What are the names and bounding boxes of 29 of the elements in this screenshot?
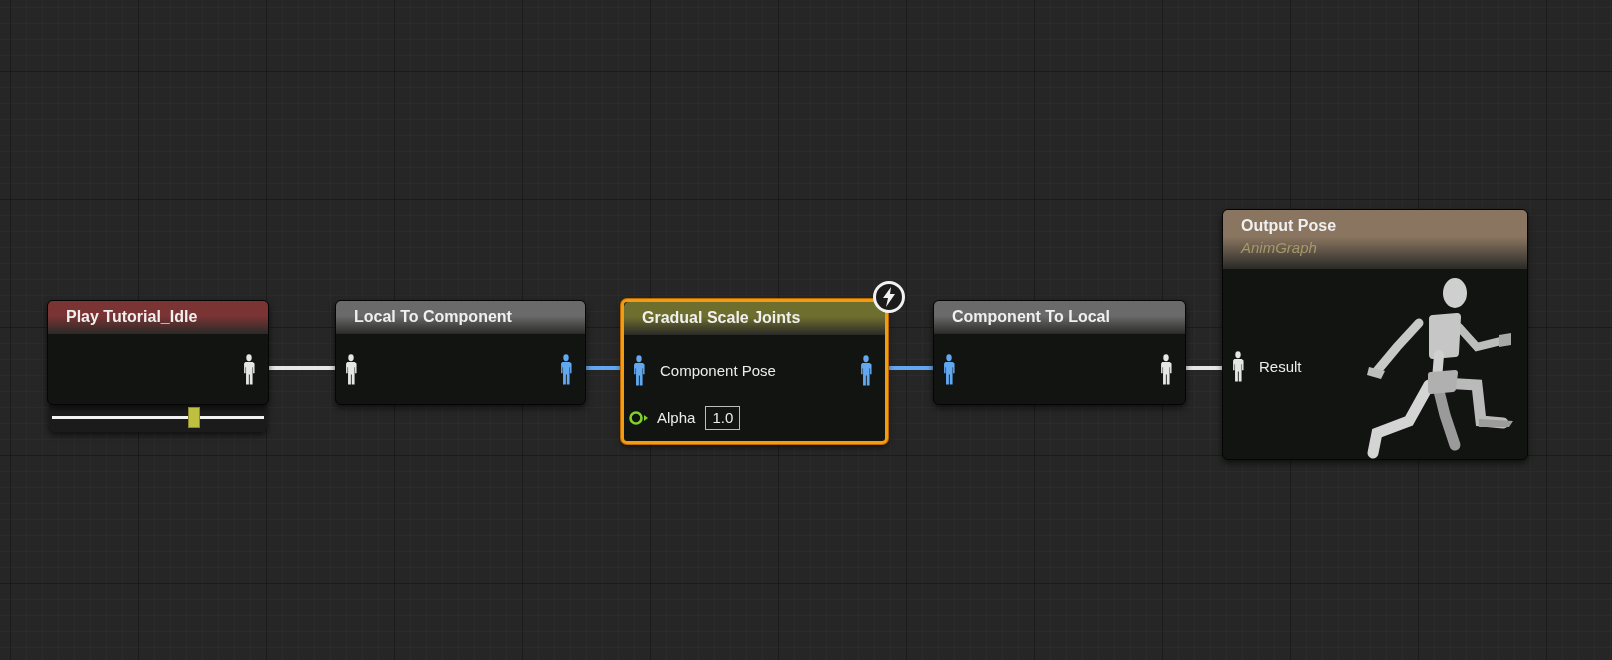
connection-wire xyxy=(586,366,621,370)
graph-node[interactable]: Gradual Scale Joints Component Pose Alpha 1.0 xyxy=(621,299,888,444)
graph-node[interactable]: Play Tutorial_Idle xyxy=(47,300,269,405)
node-title: Component To Local xyxy=(952,307,1111,327)
connection-wire xyxy=(1186,366,1222,370)
graph-node[interactable]: Component To Local xyxy=(933,300,1186,405)
pin-label: Component Pose xyxy=(660,360,776,381)
pin-label: Alpha xyxy=(657,407,696,428)
pose-pin-icon[interactable] xyxy=(1159,354,1173,386)
node-title: Local To Component xyxy=(354,307,513,327)
slider-thumb[interactable] xyxy=(188,407,201,428)
graph-node[interactable]: Output Pose AnimGraph Result xyxy=(1222,209,1528,460)
pose-pin-icon[interactable] xyxy=(859,355,873,387)
connection-wire xyxy=(269,366,335,370)
alpha-field[interactable]: 1.0 xyxy=(705,406,741,430)
connection-wire xyxy=(888,366,933,370)
node-subtitle: AnimGraph xyxy=(1241,238,1318,258)
pose-pin-icon[interactable] xyxy=(632,355,646,387)
pose-pin-icon[interactable] xyxy=(242,354,256,386)
node-title: Play Tutorial_Idle xyxy=(66,307,199,327)
graph-node[interactable]: Local To Component xyxy=(335,300,586,405)
float-pin-icon[interactable] xyxy=(629,411,649,425)
pose-pin-icon[interactable] xyxy=(344,354,358,386)
node-title: Output Pose xyxy=(1241,216,1338,236)
pose-pin-icon[interactable] xyxy=(1231,351,1245,383)
pose-pin-icon[interactable] xyxy=(559,354,573,386)
node-title: Gradual Scale Joints xyxy=(642,308,802,328)
pose-pin-icon[interactable] xyxy=(942,354,956,386)
pin-label: Result xyxy=(1259,356,1302,377)
